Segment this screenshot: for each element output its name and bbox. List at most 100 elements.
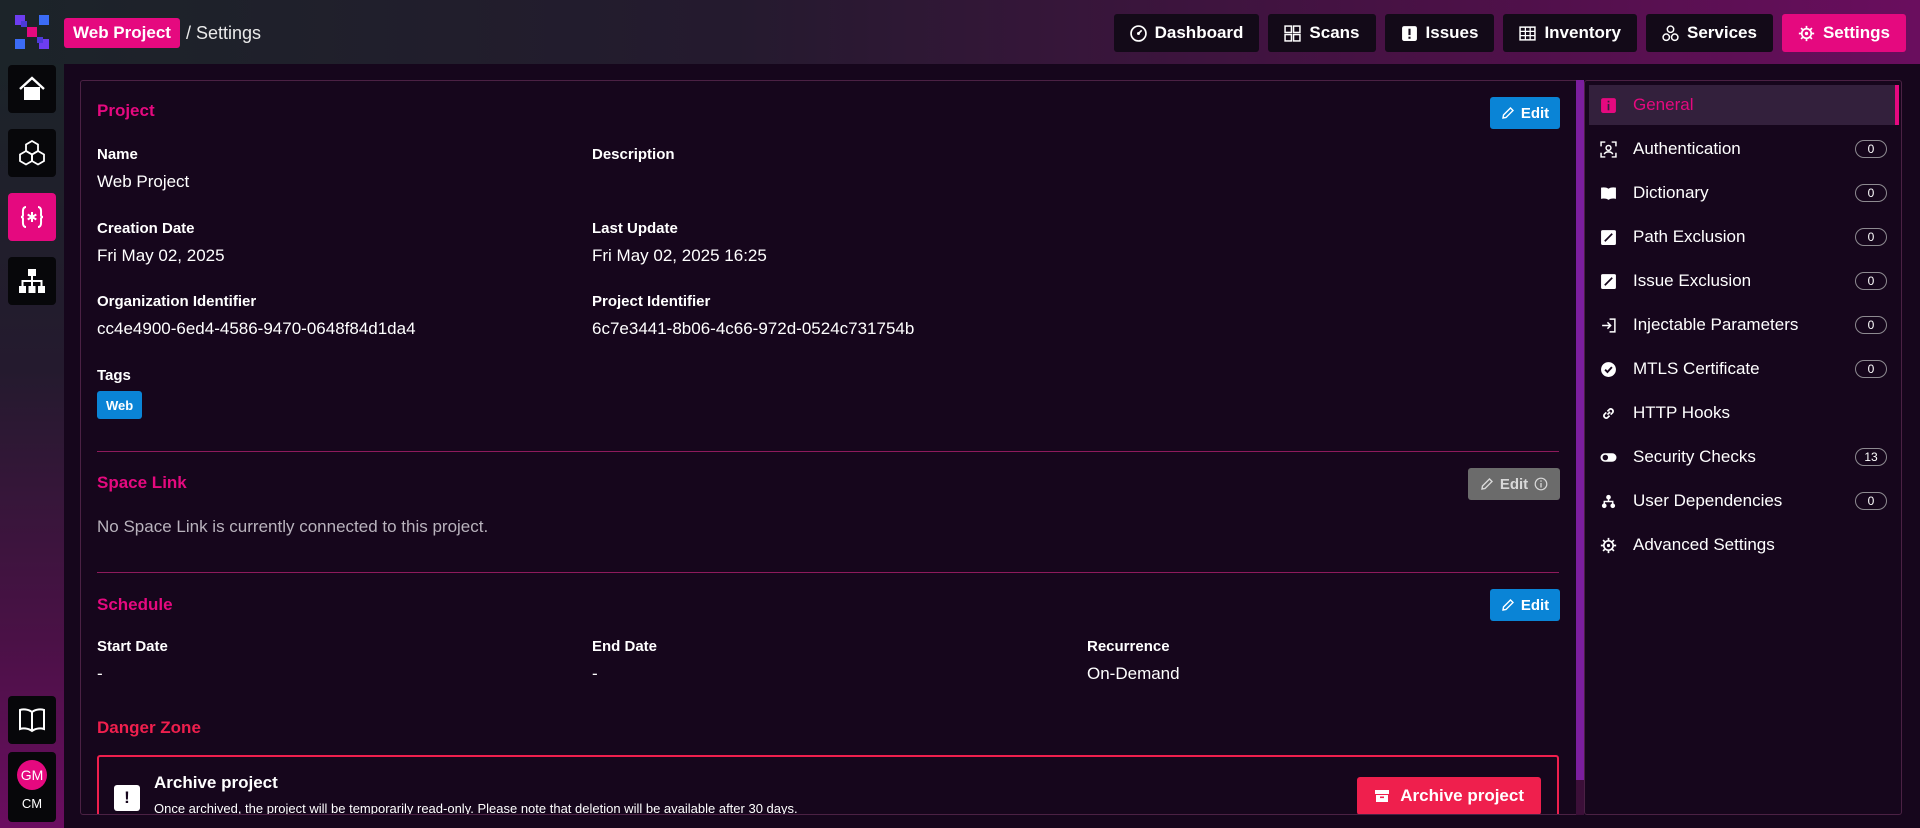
description-label: Description [592,146,675,163]
services-icon [1662,24,1679,41]
count-badge: 0 [1855,140,1887,158]
app-logo-icon[interactable] [15,15,49,49]
breadcrumb-project-link[interactable]: Web Project [64,18,180,48]
settings-nav-mtls-certificate[interactable]: MTLS Certificate 0 [1589,349,1899,389]
divider [97,451,1559,452]
rail-docs[interactable] [8,696,56,744]
edit-label: Edit [1520,104,1550,122]
archive-button-label: Archive project [1400,786,1524,805]
nav-inventory[interactable]: Inventory [1503,14,1637,52]
settings-nav-advanced-settings[interactable]: Advanced Settings [1589,525,1899,565]
nav-issues[interactable]: Issues [1384,14,1495,52]
count-badge: 0 [1855,228,1887,246]
link-icon [1599,404,1617,422]
settings-nav-security-checks[interactable]: Security Checks 13 [1589,437,1899,477]
name-label: Name [97,146,138,163]
section-title-project: Project [97,101,155,120]
archive-project-card: ! Archive project Once archived, the pro… [97,755,1559,815]
edit-label: Edit [1520,596,1550,614]
divider [97,572,1559,573]
avatar: GM [17,760,47,790]
settings-nav-http-hooks[interactable]: HTTP Hooks [1589,393,1899,433]
nav-label: Scans [1309,23,1360,42]
tags-label: Tags [97,367,131,384]
cubes-icon [19,139,45,166]
count-badge: 0 [1855,272,1887,290]
slash-square-icon [1599,228,1617,246]
settings-nav-dictionary[interactable]: Dictionary 0 [1589,173,1899,213]
edit-schedule-button[interactable]: Edit [1490,589,1560,621]
hierarchy-icon [1599,492,1617,510]
settings-nav-authentication[interactable]: Authentication 0 [1589,129,1899,169]
gear-icon [1599,536,1617,554]
rail-topology[interactable] [8,257,56,305]
settings-nav-path-exclusion[interactable]: Path Exclusion 0 [1589,217,1899,257]
nav-settings[interactable]: Settings [1781,14,1906,52]
org-identifier-label: Organization Identifier [97,293,257,310]
toggle-icon [1599,448,1617,466]
user-menu[interactable]: GM CM [8,752,56,822]
creation-date-label: Creation Date [97,220,195,237]
pencil-icon [1501,599,1514,611]
breadcrumb: Web Project / Settings [64,17,261,49]
count-badge: 0 [1855,184,1887,202]
start-date-label: Start Date [97,638,168,655]
slash-square-icon [1599,272,1617,290]
table-icon [1519,25,1537,41]
settings-nav-label: Security Checks [1633,447,1756,466]
badge-check-icon [1599,360,1617,378]
content-scrollbar[interactable] [1576,80,1584,815]
edit-space-link-button[interactable]: Edit [1468,468,1560,500]
archive-box-icon [1375,790,1390,802]
settings-nav-injectable-parameters[interactable]: Injectable Parameters 0 [1589,305,1899,345]
rail-home[interactable] [8,65,56,113]
nav-label: Inventory [1544,23,1621,42]
tag-web[interactable]: Web [97,391,143,419]
nav-dashboard[interactable]: Dashboard [1113,14,1260,52]
book-open-icon [1599,184,1617,202]
count-badge: 0 [1855,316,1887,334]
count-badge: 0 [1855,492,1887,510]
edit-label: Edit [1499,475,1529,493]
book-icon [19,708,45,733]
settings-nav-general[interactable]: General [1589,85,1899,125]
left-rail [0,64,64,828]
scrollbar-thumb[interactable] [1576,80,1584,780]
main-nav: Dashboard Scans Issues Inventory Service… [1113,14,1906,52]
settings-nav-label: HTTP Hooks [1633,403,1730,422]
nav-scans[interactable]: Scans [1268,14,1376,52]
last-update-label: Last Update [592,220,678,237]
rail-projects[interactable] [8,193,56,241]
settings-nav-issue-exclusion[interactable]: Issue Exclusion 0 [1589,261,1899,301]
edit-project-button[interactable]: Edit [1490,97,1560,129]
login-icon [1599,316,1617,334]
count-badge: 0 [1855,360,1887,378]
last-update-value: Fri May 02, 2025 16:25 [592,246,767,265]
space-link-empty-message: No Space Link is currently connected to … [97,517,489,536]
settings-nav-label: MTLS Certificate [1633,359,1760,378]
info-circle-icon[interactable] [1534,477,1548,491]
org-identifier-value: cc4e4900-6ed4-4586-9470-0648f84d1da4 [97,319,416,338]
settings-nav-label: Advanced Settings [1633,535,1775,554]
archive-description: Once archived, the project will be tempo… [154,801,798,815]
recurrence-label: Recurrence [1087,638,1170,655]
settings-nav-user-dependencies[interactable]: User Dependencies 0 [1589,481,1899,521]
rail-assets[interactable] [8,129,56,177]
settings-nav-label: Dictionary [1633,183,1709,202]
warning-icon: ! [114,785,140,811]
project-identifier-value: 6c7e3441-8b06-4c66-972d-0524c731754b [592,319,915,338]
gauge-icon [1129,24,1147,42]
code-braces-icon [20,206,44,228]
nav-services[interactable]: Services [1645,14,1773,52]
settings-nav-label: Issue Exclusion [1633,271,1752,290]
recurrence-value: On-Demand [1087,664,1180,683]
user-scan-icon [1599,140,1617,158]
settings-nav-label: Path Exclusion [1633,227,1746,246]
start-date-value: - [97,664,103,683]
gear-icon [1798,25,1815,41]
archive-project-button[interactable]: Archive project [1357,777,1541,814]
nav-label: Issues [1425,23,1479,42]
sitemap-icon [19,269,45,293]
project-identifier-label: Project Identifier [592,293,711,310]
archive-title: Archive project [154,773,278,792]
